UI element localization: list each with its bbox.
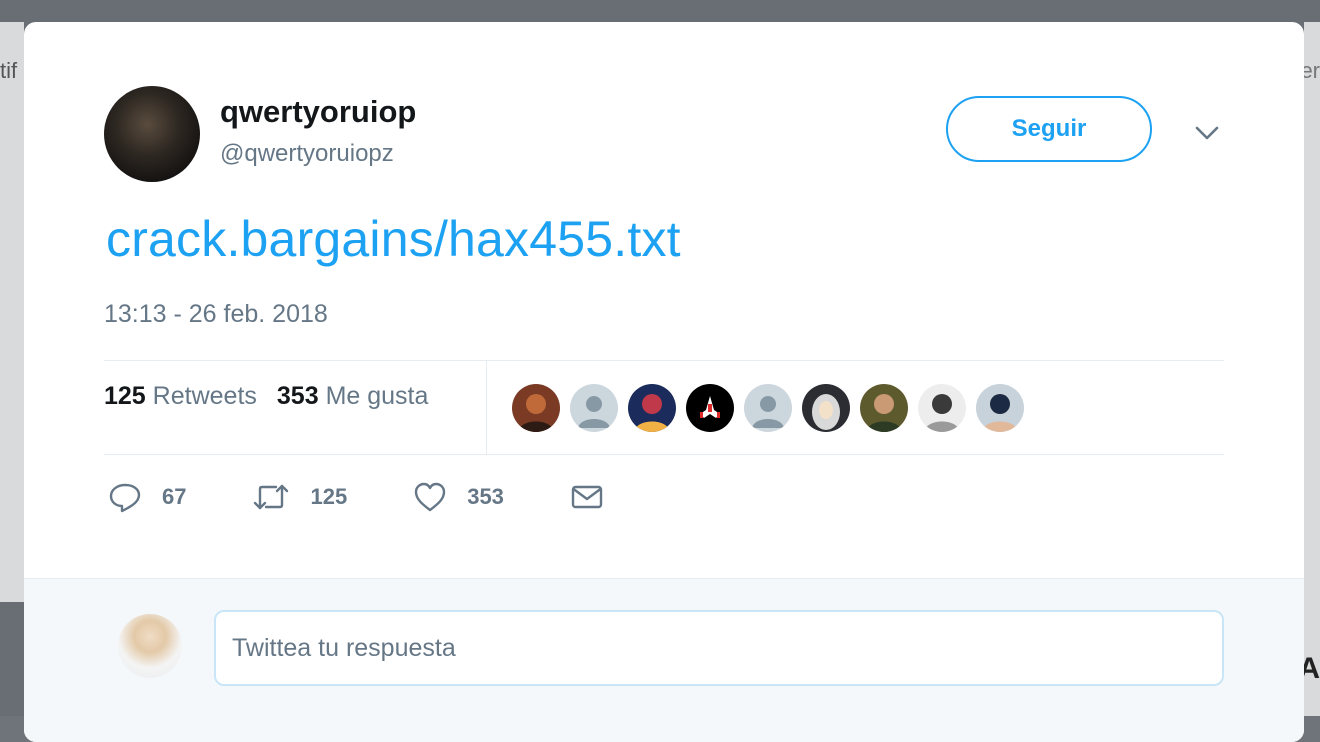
background-page-right [1304, 22, 1320, 716]
stats-divider [486, 360, 487, 454]
reply-icon [109, 483, 141, 513]
tweet-modal: qwertyoruiop @qwertyoruiopz Seguir crack… [24, 22, 1304, 742]
reply-input[interactable] [214, 610, 1224, 686]
retweet-button[interactable]: 125 [252, 480, 347, 514]
likes-label: Me gusta [325, 382, 429, 410]
liker-avatar-5[interactable] [744, 384, 792, 432]
author-avatar[interactable] [104, 86, 200, 182]
liker-avatars [512, 384, 1024, 432]
liker-avatar-7[interactable] [860, 384, 908, 432]
liker-avatar-6[interactable] [802, 384, 850, 432]
retweet-icon [254, 484, 289, 510]
background-page-left [0, 22, 24, 602]
liker-avatar-9[interactable] [976, 384, 1024, 432]
tweet-actions: 67 125 353 [108, 480, 670, 514]
likes-stat[interactable]: 353 Me gusta [277, 382, 429, 411]
divider [104, 454, 1224, 455]
liker-avatar-8[interactable] [918, 384, 966, 432]
retweets-label: Retweets [152, 382, 257, 410]
divider [104, 360, 1224, 361]
retweets-stat[interactable]: 125 Retweets [104, 382, 257, 411]
envelope-icon [571, 485, 603, 509]
liker-avatar-3[interactable] [628, 384, 676, 432]
liker-avatar-2[interactable] [570, 384, 618, 432]
retweet-count: 125 [310, 484, 348, 509]
like-count: 353 [467, 484, 504, 509]
author-display-name[interactable]: qwertyoruiop [220, 94, 416, 130]
tweet-timestamp[interactable]: 13:13 - 26 feb. 2018 [104, 300, 328, 329]
tweet-text-link[interactable]: crack.bargains/hax455.txt [106, 210, 681, 268]
follow-button[interactable]: Seguir [946, 96, 1152, 162]
direct-message-button[interactable] [570, 480, 604, 514]
like-button[interactable]: 353 [413, 480, 504, 514]
likes-count: 353 [276, 382, 319, 410]
author-handle[interactable]: @qwertyoruiopz [220, 140, 394, 168]
liker-avatar-1[interactable] [512, 384, 560, 432]
heart-icon [415, 482, 446, 512]
reply-button[interactable]: 67 [108, 480, 186, 514]
chevron-down-icon[interactable] [1194, 122, 1220, 144]
reply-count: 67 [162, 484, 187, 509]
background-text-fragment: tif [0, 58, 18, 83]
retweets-count: 125 [104, 382, 146, 410]
tweet-stats: 125 Retweets 353 Me gusta [104, 382, 428, 411]
liker-avatar-4[interactable] [686, 384, 734, 432]
current-user-avatar[interactable] [118, 614, 182, 678]
